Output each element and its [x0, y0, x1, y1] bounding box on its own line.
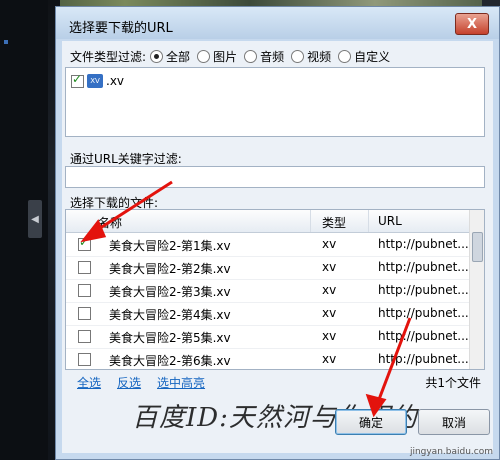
row-name: 美食大冒险2-第5集.xv — [109, 331, 231, 345]
dialog-title: 选择要下载的URL — [69, 21, 173, 36]
url-select-dialog: 选择要下载的URL X 文件类型过滤: 全部 图片 音频 视频 自定义 ✓ XV… — [55, 6, 500, 460]
radio-video[interactable]: 视频 — [291, 48, 331, 65]
table-header: 名称 类型 URL — [66, 210, 470, 233]
row-checkbox[interactable] — [78, 284, 91, 297]
background-indicator — [4, 40, 8, 44]
table-row[interactable]: 美食大冒险2-第2集.xv xv http://pubnet... — [66, 256, 470, 280]
row-checkbox[interactable] — [78, 307, 91, 320]
file-count: 共1个文件 — [425, 376, 481, 390]
column-divider[interactable] — [310, 210, 311, 232]
radio-image[interactable]: 图片 — [197, 48, 237, 65]
table-row[interactable]: 美食大冒险2-第4集.xv xv http://pubnet... — [66, 302, 470, 326]
highlight-selected-link[interactable]: 选中高亮 — [157, 374, 205, 391]
cancel-button-label: 取消 — [441, 415, 466, 430]
url-filter-label: 通过URL关键字过滤: — [70, 152, 182, 166]
table-row[interactable]: 美食大冒险2-第3集.xv xv http://pubnet... — [66, 279, 470, 303]
row-url: http://pubnet... — [378, 237, 469, 251]
row-url: http://pubnet... — [378, 260, 469, 274]
dialog-body: 文件类型过滤: 全部 图片 音频 视频 自定义 ✓ XV .xv 通过URL关键… — [62, 41, 493, 453]
file-type-list: XV .xv — [65, 67, 485, 137]
radio-custom[interactable]: 自定义 — [338, 48, 390, 65]
row-name: 美食大冒险2-第2集.xv — [109, 262, 231, 276]
file-type-checkbox[interactable] — [71, 72, 84, 88]
type-filter-row: 文件类型过滤: 全部 图片 音频 视频 自定义 — [70, 48, 397, 65]
background-left-panel: ◀ — [0, 0, 60, 460]
ok-button[interactable]: 确定 — [335, 409, 407, 435]
row-checkbox[interactable] — [78, 353, 91, 366]
row-checkbox[interactable] — [78, 330, 91, 343]
row-type: xv — [322, 306, 337, 320]
table-row[interactable]: 美食大冒险2-第6集.xv xv http://pubnet... — [66, 348, 470, 369]
file-type-label: .xv — [106, 74, 125, 88]
file-type-item[interactable]: XV .xv — [71, 72, 125, 88]
close-button[interactable]: X — [455, 13, 489, 35]
radio-custom-label: 自定义 — [354, 50, 391, 64]
row-checkbox[interactable] — [78, 261, 91, 274]
row-name: 美食大冒险2-第1集.xv — [109, 239, 231, 253]
radio-image-label: 图片 — [213, 50, 238, 64]
row-url: http://pubnet... — [378, 352, 469, 366]
row-name: 美食大冒险2-第6集.xv — [109, 354, 231, 368]
cancel-button[interactable]: 取消 — [418, 409, 490, 435]
column-divider[interactable] — [368, 210, 369, 232]
row-type: xv — [322, 237, 337, 251]
table-scrollbar[interactable] — [469, 210, 484, 369]
file-table: 名称 类型 URL 美食大冒险2-第1集.xv xv http://pubnet… — [65, 209, 485, 370]
radio-image-indicator[interactable] — [197, 50, 211, 63]
dialog-titlebar[interactable]: 选择要下载的URL X — [56, 7, 499, 39]
table-scrollbar-thumb[interactable] — [472, 232, 483, 262]
ok-button-label: 确定 — [358, 415, 383, 430]
row-name: 美食大冒险2-第3集.xv — [109, 285, 231, 299]
row-url: http://pubnet... — [378, 329, 469, 343]
table-row[interactable]: 美食大冒险2-第5集.xv xv http://pubnet... — [66, 325, 470, 349]
radio-all-indicator[interactable] — [150, 50, 164, 63]
column-header-name[interactable]: 名称 — [98, 214, 122, 231]
row-type: xv — [322, 260, 337, 274]
radio-audio-indicator[interactable] — [244, 50, 258, 63]
close-icon: X — [466, 16, 478, 32]
site-watermark: jingyan.baidu.com — [409, 447, 493, 457]
column-header-type[interactable]: 类型 — [322, 214, 346, 231]
row-url: http://pubnet... — [378, 283, 469, 297]
row-type: xv — [322, 283, 337, 297]
row-type: xv — [322, 352, 337, 366]
xv-file-icon: XV — [87, 74, 103, 88]
row-url: http://pubnet... — [378, 306, 469, 320]
url-filter-input[interactable] — [65, 166, 485, 188]
select-all-link[interactable]: 全选 — [77, 374, 101, 391]
row-type: xv — [322, 329, 337, 343]
radio-audio-label: 音频 — [260, 50, 285, 64]
radio-all-label: 全部 — [166, 50, 191, 64]
row-checkbox[interactable] — [78, 235, 91, 251]
selection-links: 全选 反选 选中高亮 — [77, 374, 205, 391]
type-filter-label: 文件类型过滤: — [70, 50, 147, 64]
column-header-url[interactable]: URL — [378, 214, 402, 228]
table-row[interactable]: 美食大冒险2-第1集.xv xv http://pubnet... — [66, 233, 470, 257]
radio-audio[interactable]: 音频 — [244, 48, 284, 65]
radio-all[interactable]: 全部 — [150, 48, 190, 65]
radio-video-indicator[interactable] — [291, 50, 305, 63]
radio-custom-indicator[interactable] — [338, 50, 352, 63]
collapse-panel-icon[interactable]: ◀ — [28, 200, 42, 238]
radio-video-label: 视频 — [307, 50, 332, 64]
invert-selection-link[interactable]: 反选 — [117, 374, 141, 391]
row-name: 美食大冒险2-第4集.xv — [109, 308, 231, 322]
